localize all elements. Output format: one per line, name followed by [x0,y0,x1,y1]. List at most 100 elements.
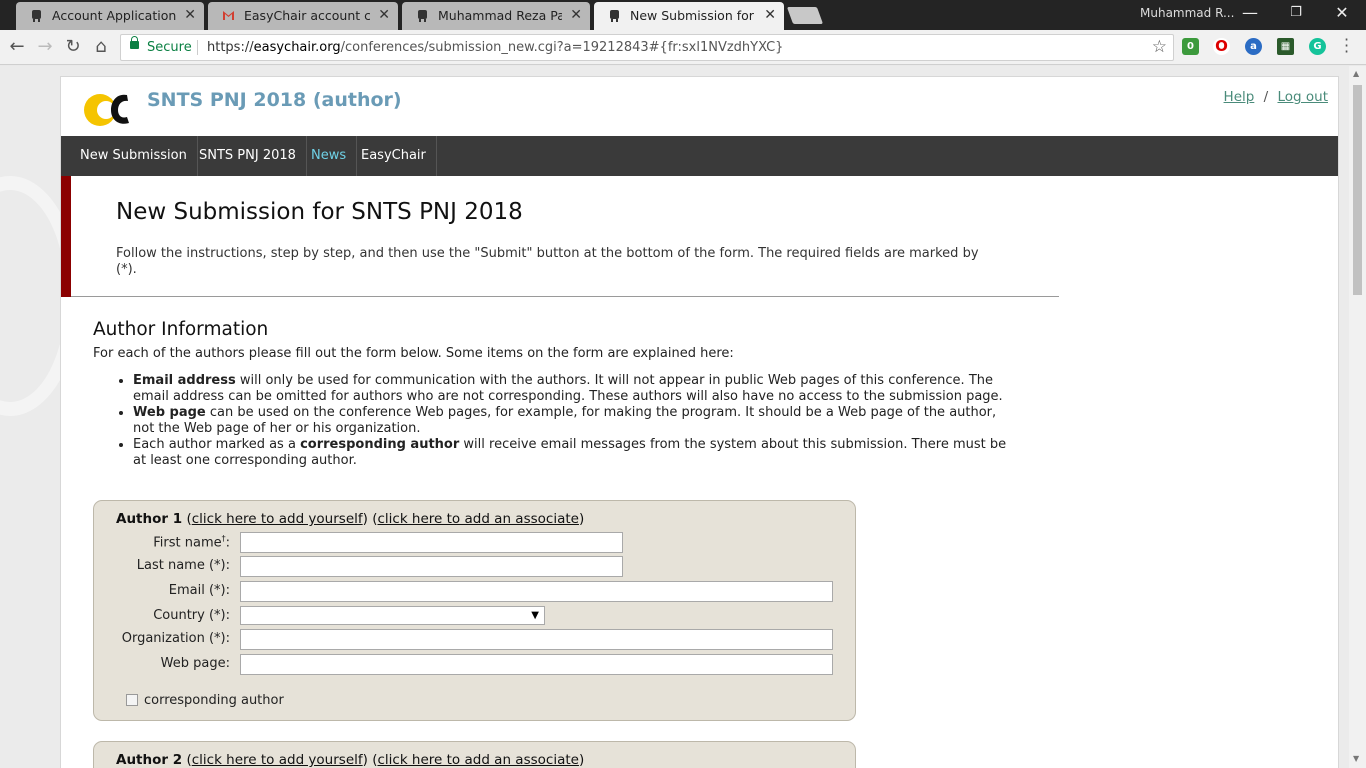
web-page-input[interactable] [240,654,833,675]
bullet-text: will only be used for communication with… [133,373,1003,404]
author-2-heading: Author 2 (click here to add yourself) (c… [116,752,585,768]
author-1-box: Author 1 (click here to add yourself) (c… [93,500,856,721]
country-label: Country (*): [153,608,230,623]
page-viewport: SNTS PNJ 2018 (author) Help / Log out Ne… [0,66,1349,768]
forward-arrow-icon[interactable]: → [34,36,56,58]
bullet-bold: Web page [133,405,206,420]
restore-icon[interactable]: ❐ [1276,5,1316,20]
tab-account-application[interactable]: Account Application Rece ✕ [16,2,204,30]
add-associate-link[interactable]: click here to add an associate [377,511,578,527]
tab-muhammad-reza[interactable]: Muhammad Reza Pahlevi ✕ [402,2,590,30]
extension-icon[interactable]: 0 [1182,38,1199,55]
first-name-input[interactable] [240,532,623,553]
bullet-bold: Email address [133,373,236,388]
address-bar[interactable]: Secure https://easychair.org/conferences… [120,34,1174,61]
corresponding-author-label: corresponding author [144,693,284,708]
instructions-text: Follow the instructions, step by step, a… [116,246,979,277]
email-input[interactable] [240,581,833,602]
last-name-label: Last name (*): [136,558,230,573]
author-info-bullets: Email address will only be used for comm… [93,373,1013,469]
tab-title: Account Application Rece [52,8,176,23]
author-1-heading: Author 1 (click here to add yourself) (c… [116,511,585,527]
corresponding-author-checkbox[interactable] [126,694,138,706]
dropdown-arrow-icon: ▼ [531,610,539,621]
menu-new-submission[interactable]: New Submission [70,136,198,176]
url-text: https://easychair.org/conferences/submis… [207,35,783,60]
url-host: easychair.org [253,40,341,55]
page-title: New Submission for SNTS PNJ 2018 [116,199,523,225]
new-tab-button[interactable] [786,7,824,24]
easychair-favicon-icon [32,10,41,22]
minimize-icon[interactable]: — [1230,3,1270,22]
tab-close-icon[interactable]: ✕ [764,2,776,29]
country-select[interactable]: ▼ [240,606,545,625]
divider [71,296,1059,297]
profile-name[interactable]: Muhammad R... [1140,6,1234,20]
reload-icon[interactable]: ↻ [62,36,84,58]
url-scheme: https:// [207,40,254,55]
bullet-email: Email address will only be used for comm… [133,373,1013,405]
conference-title: SNTS PNJ 2018 (author) [147,89,402,111]
title-bar: Account Application Rece ✕ EasyChair acc… [0,0,1366,30]
logout-link[interactable]: Log out [1277,89,1328,105]
menu-news[interactable]: News [301,136,358,176]
main-menu: New Submission SNTS PNJ 2018 News EasyCh… [61,136,1338,176]
lock-icon [130,36,139,49]
scroll-up-icon[interactable]: ▲ [1353,69,1359,78]
page-scrollbar[interactable]: ▲ ▼ [1349,66,1366,768]
bookmark-star-icon[interactable]: ☆ [1152,35,1167,60]
tab-title: Muhammad Reza Pahlevi [438,8,562,23]
tab-title: New Submission for SNTS [630,8,756,23]
tab-close-icon[interactable]: ✕ [570,2,582,29]
add-yourself-link[interactable]: click here to add yourself [192,511,363,527]
bullet-webpage: Web page can be used on the conference W… [133,405,1013,437]
bullet-text: Each author marked as a [133,437,301,452]
scrollbar-thumb[interactable] [1353,85,1362,295]
tab-easychair-confirm[interactable]: EasyChair account confir ✕ [208,2,398,30]
accent-bar [61,176,71,297]
opera-icon[interactable]: O [1213,38,1230,55]
link-separator: / [1263,89,1269,105]
easychair-favicon-icon [418,10,427,22]
secure-label: Secure [147,40,192,55]
grammarly-icon[interactable]: G [1309,38,1326,55]
help-link[interactable]: Help [1224,89,1255,105]
first-name-text: First name [153,535,222,551]
a-extension-icon[interactable]: a [1245,38,1262,55]
tab-title: EasyChair account confir [244,8,370,23]
easychair-favicon-icon [610,10,619,22]
url-path: /conferences/submission_new.cgi?a=192128… [340,40,784,55]
tab-close-icon[interactable]: ✕ [378,2,390,29]
email-label: Email (*): [168,583,230,598]
extension-badge: 0 [1187,41,1194,52]
page-card: SNTS PNJ 2018 (author) Help / Log out Ne… [60,76,1339,768]
back-arrow-icon[interactable]: ← [6,36,28,58]
menu-easychair[interactable]: EasyChair [351,136,437,176]
bullet-text: can be used on the conference Web pages,… [133,405,997,436]
author-label: Author 2 [116,752,183,768]
add-yourself-link[interactable]: click here to add yourself [192,752,363,768]
close-window-icon[interactable]: ✕ [1322,3,1362,22]
address-separator [197,40,198,55]
menu-snts-pnj-2018[interactable]: SNTS PNJ 2018 [189,136,307,176]
add-associate-link[interactable]: click here to add an associate [377,752,578,768]
last-name-input[interactable] [240,556,623,577]
browser-menu-icon[interactable]: · · · [1344,32,1349,60]
tab-close-icon[interactable]: ✕ [184,2,196,29]
author-label: Author 1 [116,511,183,527]
author-2-box: Author 2 (click here to add yourself) (c… [93,741,856,768]
browser-toolbar: ← → ↻ ⌂ Secure https://easychair.org/con… [0,30,1366,65]
organization-label: Organization (*): [121,631,230,646]
organization-input[interactable] [240,629,833,650]
bullet-bold: corresponding author [300,437,460,452]
top-links: Help / Log out [1224,89,1328,105]
easychair-logo-icon[interactable] [83,89,137,129]
dagger-mark: † [221,534,226,543]
grid-extension-icon[interactable]: ▦ [1277,38,1294,55]
bullet-corresponding: Each author marked as a corresponding au… [133,437,1013,469]
home-icon[interactable]: ⌂ [90,36,112,58]
scroll-down-icon[interactable]: ▼ [1353,754,1359,763]
tab-new-submission[interactable]: New Submission for SNTS ✕ [594,2,784,30]
web-page-label: Web page: [160,656,230,671]
first-name-label: First name†: [153,534,230,551]
